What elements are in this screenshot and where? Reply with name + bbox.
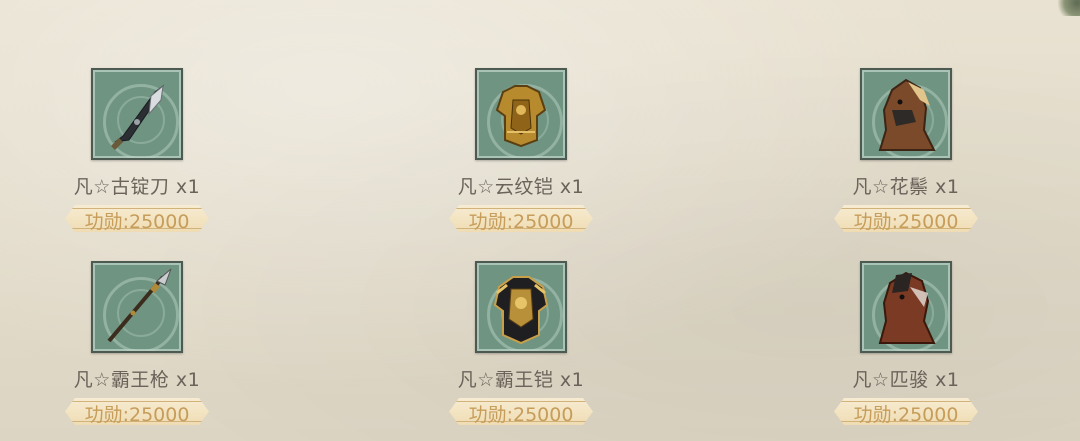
item-slot[interactable] [91, 68, 183, 160]
item-slot[interactable] [475, 68, 567, 160]
item-slot[interactable] [860, 68, 952, 160]
item-name: 凡☆霸王铠 x1 [457, 369, 585, 391]
price-tag: 功勋:25000 [449, 205, 593, 232]
price-text: 功勋:25000 [468, 211, 574, 233]
armor-icon [493, 276, 549, 345]
spear-icon [107, 268, 172, 343]
horse-icon [878, 271, 936, 344]
item-name: 凡☆花鬃 x1 [852, 176, 960, 198]
price-text: 功勋:25000 [853, 211, 959, 233]
armor-icon [495, 85, 547, 148]
item-name: 凡☆匹骏 x1 [852, 369, 960, 391]
item-name: 凡☆霸王枪 x1 [73, 369, 201, 391]
horse-icon [878, 78, 936, 151]
item-slot[interactable] [860, 261, 952, 353]
price-tag: 功勋:25000 [449, 398, 593, 425]
price-text: 功勋:25000 [84, 211, 190, 233]
corner-leaf-decoration [1052, 0, 1080, 16]
price-text: 功勋:25000 [853, 404, 959, 426]
price-tag: 功勋:25000 [65, 205, 209, 232]
price-tag: 功勋:25000 [65, 398, 209, 425]
price-tag: 功勋:25000 [834, 398, 978, 425]
price-text: 功勋:25000 [468, 404, 574, 426]
item-slot[interactable] [475, 261, 567, 353]
item-slot[interactable] [91, 261, 183, 353]
sword-icon [111, 84, 165, 150]
price-tag: 功勋:25000 [834, 205, 978, 232]
price-text: 功勋:25000 [84, 404, 190, 426]
item-name: 凡☆云纹铠 x1 [457, 176, 585, 198]
item-name: 凡☆古锭刀 x1 [73, 176, 201, 198]
